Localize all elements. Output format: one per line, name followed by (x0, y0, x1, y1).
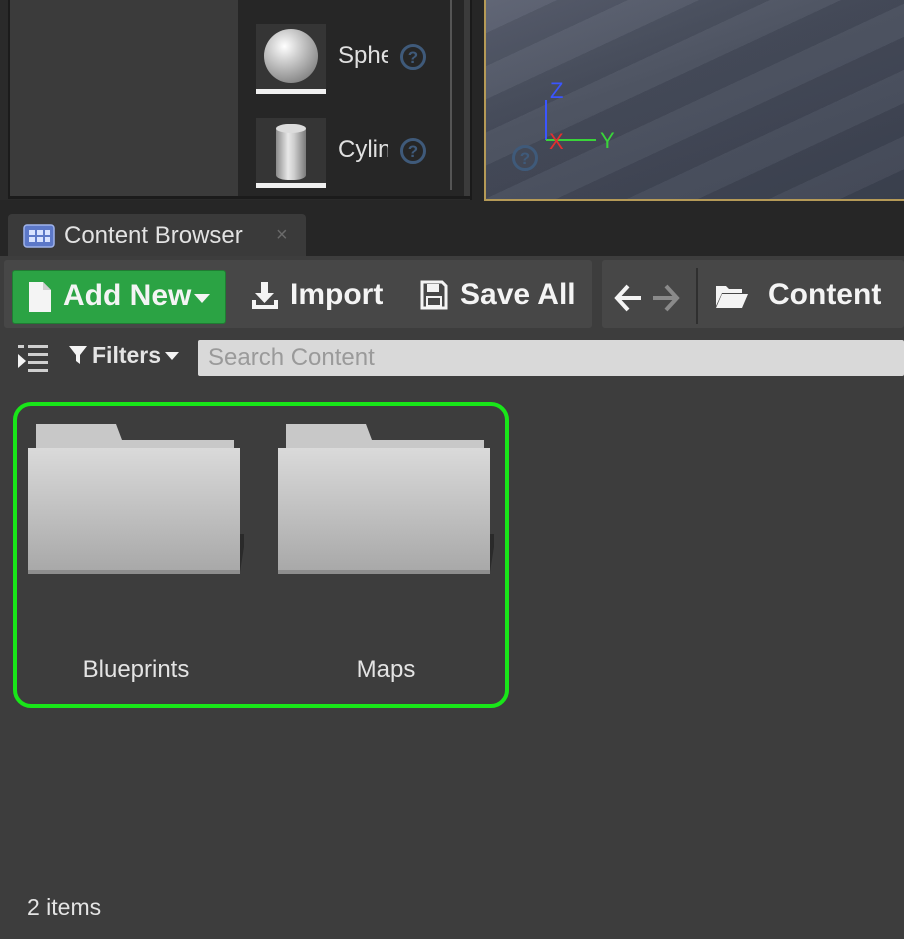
cylinder-thumbnail (256, 118, 326, 188)
actor-item-sphere[interactable]: Sphere ? (256, 24, 456, 96)
x-axis-label: X (549, 129, 564, 154)
folder-tile-blueprints[interactable]: Blueprints (28, 422, 244, 692)
import-icon (252, 282, 278, 309)
folder-icon (28, 424, 244, 574)
forward-arrow-icon[interactable] (652, 284, 680, 312)
path-content[interactable]: Content (768, 278, 881, 312)
sphere-thumbnail (256, 24, 326, 94)
save-icon (420, 280, 448, 310)
search-input[interactable] (198, 340, 904, 376)
filter-row: Filters (0, 332, 904, 384)
z-axis-label: Z (550, 78, 563, 103)
tab-strip: Content Browser × (0, 204, 904, 260)
tab-content-browser[interactable]: Content Browser × (8, 214, 306, 260)
actor-label: Cylinder (338, 136, 388, 163)
filters-label: Filters (92, 342, 162, 368)
chevron-down-icon (165, 352, 179, 360)
actor-item-cylinder[interactable]: Cylinder ? (256, 118, 456, 190)
folder-name: Blueprints (82, 656, 190, 683)
search-box (198, 340, 904, 376)
tab-label: Content Browser (64, 222, 243, 249)
content-browser: Add New Import Save All Content Filters … (0, 256, 904, 939)
help-icon[interactable]: ? (400, 138, 426, 164)
main-toolbar: Add New Import Save All (4, 260, 592, 328)
axis-gizmo: Z X Y (545, 78, 615, 154)
filter-funnel-icon (69, 346, 87, 364)
import-label: Import (290, 278, 384, 311)
add-new-label: Add New (63, 279, 192, 312)
close-icon[interactable]: × (276, 224, 288, 247)
folder-name: Maps (356, 656, 416, 683)
actor-label: Sphere (338, 42, 388, 69)
cylinder-icon (276, 124, 306, 180)
viewport-help-icon[interactable]: ? (512, 145, 538, 171)
chevron-down-icon (194, 294, 210, 303)
item-count: 2 items (27, 894, 102, 920)
import-button[interactable]: Import (246, 270, 384, 324)
save-all-label: Save All (460, 278, 576, 311)
y-axis-label: Y (600, 128, 615, 153)
add-new-button[interactable]: Add New (12, 270, 226, 324)
path-toolbar: Content (602, 260, 904, 328)
folder-open-icon (716, 286, 748, 308)
back-arrow-icon[interactable] (614, 284, 642, 312)
folder-icon (278, 424, 494, 574)
save-all-button[interactable]: Save All (418, 270, 578, 324)
sphere-icon (264, 29, 318, 83)
help-icon[interactable]: ? (400, 44, 426, 70)
toolbar-divider (696, 268, 698, 324)
folder-tile-maps[interactable]: Maps (278, 422, 494, 692)
sources-panel-icon[interactable] (16, 342, 50, 374)
new-file-icon (29, 282, 51, 312)
content-browser-icon (23, 224, 55, 248)
